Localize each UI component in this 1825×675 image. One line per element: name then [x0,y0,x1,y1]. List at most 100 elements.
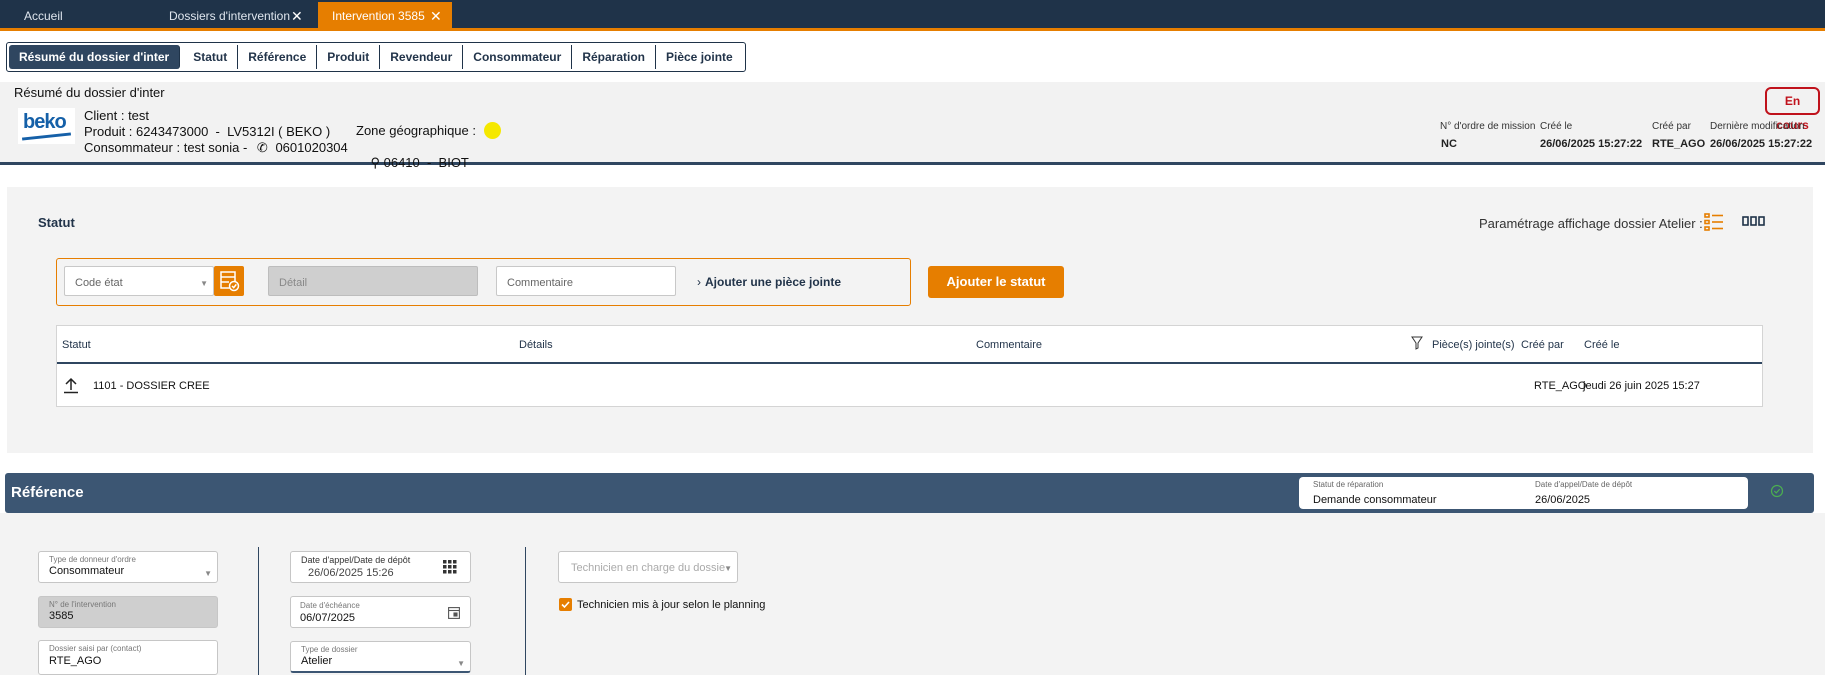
field-value: RTE_AGO [49,655,102,667]
field-label: Dossier saisi par (contact) [49,644,142,653]
date-appel-field[interactable]: Date d'appel/Date de dépôt 26/06/2025 15… [290,551,471,583]
section-nav: Résumé du dossier d'inter Statut Référen… [6,42,746,72]
field-value: 3585 [49,610,74,622]
col-header-cree-par: Créé par [1521,339,1564,351]
phone-icon: ✆ [256,140,268,155]
dossier-saisi-field[interactable]: Dossier saisi par (contact) RTE_AGO [38,640,218,675]
client-line: Client : test [84,108,150,123]
reference-summary-box: Statut de réparation Demande consommateu… [1299,477,1748,509]
add-attachment-label: Ajouter une pièce jointe [705,275,842,289]
col-header-commentaire: Commentaire [976,339,1043,351]
code-etat-lookup-button[interactable] [214,266,244,296]
close-icon[interactable]: ✕ [430,2,442,30]
tab-accueil[interactable]: Accueil [12,2,152,30]
meta-label-ordre: N° d'ordre de mission [1440,121,1536,132]
code-etat-placeholder: Code état [75,277,123,289]
meta-label-modif: Dernière modification [1710,121,1805,132]
type-donneur-select[interactable]: Type de donneur d'ordre Consommateur ▼ [38,551,218,583]
brand-logo: beko [18,108,75,144]
field-label: Date d'échéance [300,601,360,610]
status-table: Statut Détails Commentaire Pièce(s) join… [56,325,1763,407]
nav-statut[interactable]: Statut [183,45,239,69]
zone-indicator [483,122,501,139]
chevron-down-icon: ▼ [724,564,732,573]
tab-intervention[interactable]: Intervention 3585 ✕ [318,2,452,30]
code-etat-select[interactable]: Code état ▼ [64,266,214,296]
repair-status-label: Statut de réparation [1313,480,1384,489]
nav-revendeur[interactable]: Revendeur [380,45,464,69]
field-label: Type de donneur d'ordre [49,555,136,564]
field-label: N° de l'intervention [49,600,116,609]
nav-reference[interactable]: Référence [238,45,318,69]
row-statut: 1101 - DOSSIER CREE [93,380,210,392]
meta-value-cree-le: 26/06/2025 15:27:22 [1540,138,1643,150]
tab-bar: Accueil Dossiers d'intervention ✕ Interv… [0,0,1825,31]
statut-title: Statut [38,215,75,230]
consumer-value: test sonia - [183,140,248,155]
nav-produit[interactable]: Produit [317,45,381,69]
row-cree-par: RTE_AGO [1534,380,1587,392]
chevron-down-icon: ▼ [204,569,212,578]
field-label: Date d'appel/Date de dépôt [301,555,411,565]
commentaire-placeholder: Commentaire [507,277,574,289]
consumer-label: Consommateur : [84,140,184,155]
summary-panel: Résumé du dossier d'inter beko Client : … [0,82,1825,170]
meta-label-cree-par: Créé par [1652,121,1691,132]
filter-icon[interactable] [1411,336,1423,353]
calendar-grid-icon[interactable] [443,560,457,577]
status-badge: En cours [1765,87,1820,132]
table-row[interactable]: 1101 - DOSSIER CREE RTE_AGO jeudi 26 jui… [57,366,1762,406]
divider-2 [525,547,526,675]
date-echeance-field[interactable]: Date d'échéance 06/07/2025 [290,596,471,628]
col-header-details: Détails [519,339,553,351]
nav-reparation[interactable]: Réparation [572,45,656,69]
nav-piece-jointe[interactable]: Pièce jointe [656,45,743,69]
product-label: Produit : [84,124,137,139]
map-pin-icon: ⚲ [370,155,380,170]
call-date-value: 26/06/2025 [1535,494,1591,506]
num-intervention-field: N° de l'intervention 3585 [38,596,218,628]
detail-field: Détail [268,266,478,296]
technicien-checkbox-label: Technicien mis à jour selon le planning [577,599,766,611]
arrow-up-icon[interactable] [63,376,79,397]
close-icon[interactable]: ✕ [291,2,303,30]
field-value: Consommateur [49,565,125,577]
phone-number: 0601020304 [275,140,348,155]
type-dossier-select[interactable]: Type de dossier Atelier ▼ [290,641,471,673]
tab-label: Intervention 3585 [332,9,425,23]
location-line: ⚲ 06410 - BIOT [356,140,468,186]
repair-status-value: Demande consommateur [1313,494,1437,506]
check-circle-icon [1770,484,1784,501]
add-status-form: Code état ▼ Détail Commentaire › Ajouter … [56,258,911,306]
logo-text: beko [23,111,67,133]
field-value: 06/07/2025 [300,612,356,624]
meta-value-ordre: NC [1441,138,1457,150]
add-attachment-link[interactable]: › Ajouter une pièce jointe [697,275,841,289]
technicien-placeholder: Technicien en charge du dossie [571,562,726,574]
product-value: 6243473000 - LV5312I ( BEKO ) [136,124,331,139]
field-value: 26/06/2025 15:26 [308,567,394,579]
tab-label: Dossiers d'intervention [169,9,291,23]
commentaire-input[interactable]: Commentaire [496,266,676,296]
meta-value-cree-par: RTE_AGO [1652,138,1706,150]
meta-label-cree-le: Créé le [1540,121,1573,132]
row-cree-le: jeudi 26 juin 2025 15:27 [1583,380,1700,392]
nav-resume[interactable]: Résumé du dossier d'inter [9,45,181,69]
list-view-icon[interactable] [1704,213,1724,231]
grid-view-icon[interactable] [1742,215,1766,227]
zone-label: Zone géographique : [356,123,476,138]
nav-consommateur[interactable]: Consommateur [463,45,573,69]
technicien-select[interactable]: Technicien en charge du dossie ▼ [558,551,738,583]
field-value: Atelier [301,655,333,667]
meta-value-modif: 26/06/2025 15:27:22 [1710,138,1813,150]
call-date-label: Date d'appel/Date de dépôt [1535,480,1633,489]
divider-1 [258,547,259,675]
calendar-icon[interactable] [448,606,460,622]
statut-panel: Statut Paramétrage affichage dossier Ate… [7,187,1813,453]
col-header-cree-le: Créé le [1584,339,1620,351]
add-status-button[interactable]: Ajouter le statut [928,266,1064,298]
display-settings-label: Paramétrage affichage dossier Atelier : [1479,216,1703,231]
tab-dossiers[interactable]: Dossiers d'intervention ✕ [160,2,310,30]
reference-header[interactable]: Référence Statut de réparation Demande c… [5,473,1814,513]
technicien-checkbox[interactable] [559,598,572,611]
